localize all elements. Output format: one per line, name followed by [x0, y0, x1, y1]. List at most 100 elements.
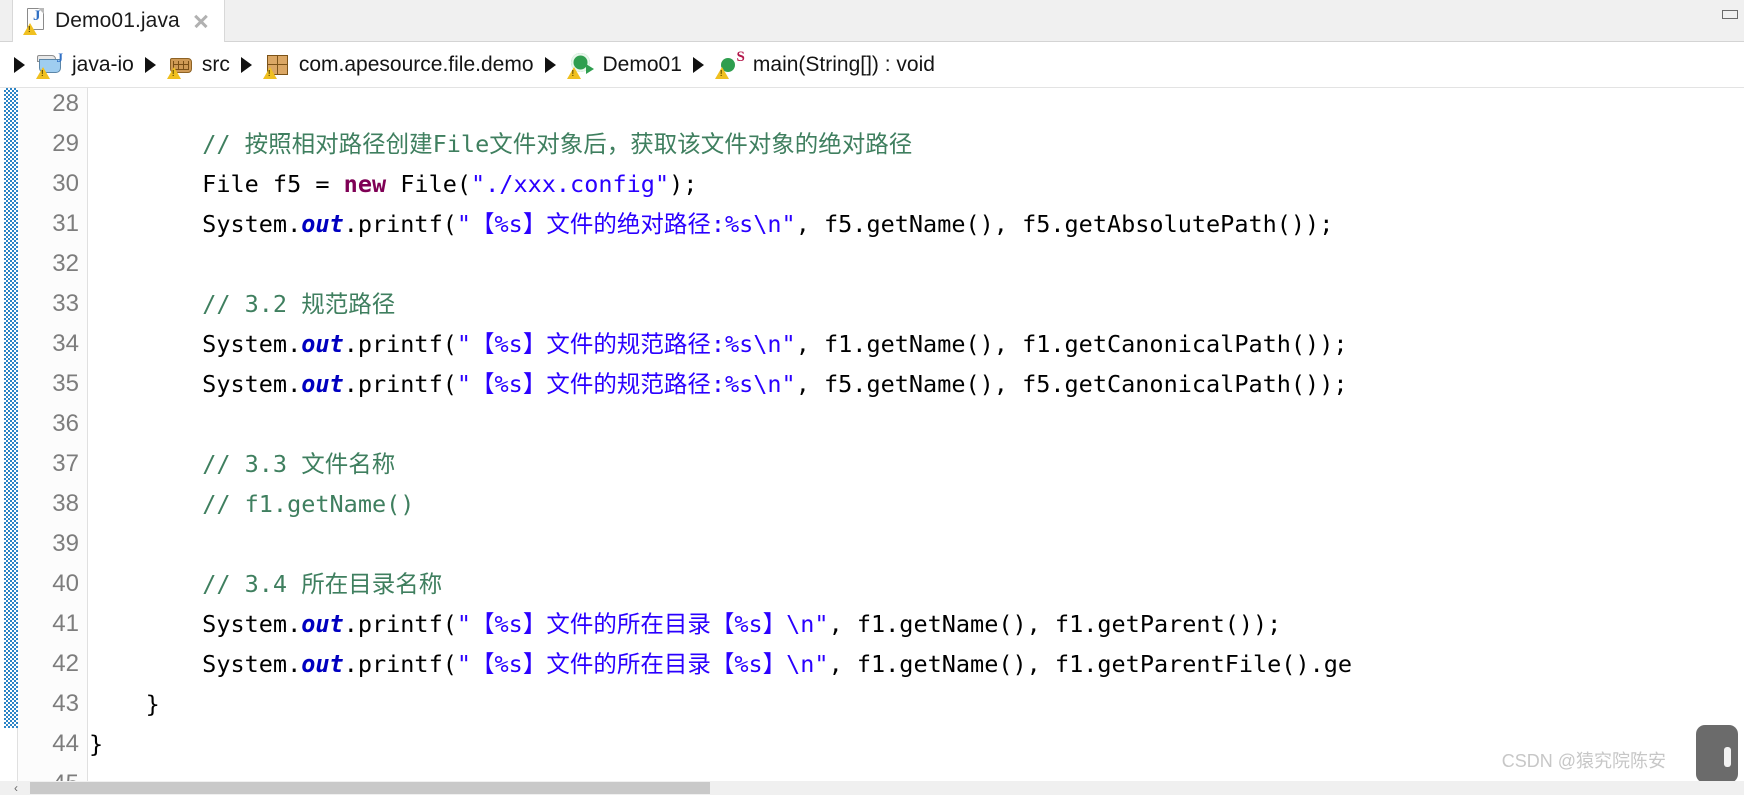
code-token: "【%s】文件的规范路径:%s\n"	[456, 370, 796, 398]
code-line: System.out.printf("【%s】文件的所在目录【%s】\n", f…	[89, 644, 1352, 684]
code-editor[interactable]: 282930313233343536373839404142434445 // …	[0, 88, 1744, 795]
line-number: 33	[52, 290, 79, 317]
code-token: .printf(	[343, 330, 457, 358]
java-class-runnable-icon	[566, 52, 595, 79]
code-token: "./xxx.config"	[471, 170, 670, 198]
breadcrumb-item-package[interactable]: com.apesource.file.demo	[262, 52, 534, 79]
chevron-right-icon	[692, 56, 704, 73]
code-line: File f5 = new File("./xxx.config");	[89, 164, 697, 204]
code-token: System.	[89, 650, 302, 678]
code-token: System.	[89, 370, 302, 398]
code-token: out	[301, 370, 344, 398]
line-number: 41	[52, 610, 79, 637]
breadcrumb-item-source-folder[interactable]: src	[166, 52, 230, 79]
code-token: out	[301, 330, 344, 358]
code-token: }	[89, 690, 160, 718]
line-number: 35	[52, 370, 79, 397]
code-line: }	[89, 724, 103, 764]
line-number: 28	[52, 90, 79, 117]
code-token: , f1.getName(), f1.getParentFile().ge	[828, 650, 1353, 678]
code-token: "【%s】文件的规范路径:%s\n"	[456, 330, 796, 358]
code-line: // 3.3 文件名称	[89, 444, 395, 484]
minimize-icon[interactable]	[1722, 10, 1738, 19]
ime-indicator	[1696, 725, 1738, 783]
line-number: 37	[52, 450, 79, 477]
scroll-left-button[interactable]: ‹	[8, 781, 24, 795]
code-line: // f1.getName()	[89, 484, 414, 524]
code-token: // f1.getName()	[202, 490, 415, 518]
code-line: System.out.printf("【%s】文件的规范路径:%s\n", f5…	[89, 364, 1348, 404]
code-token: // 3.4 所在目录名称	[202, 570, 443, 598]
chevron-right-icon	[144, 56, 156, 73]
code-token: .printf(	[343, 650, 457, 678]
annotation-ruler[interactable]	[0, 88, 18, 795]
line-number: 29	[52, 130, 79, 157]
breadcrumb-label-package: com.apesource.file.demo	[298, 52, 534, 76]
breadcrumb-item-method[interactable]: S main(String[]) : void	[714, 49, 935, 79]
static-method-icon: S	[714, 49, 745, 79]
code-line: System.out.printf("【%s】文件的所在目录【%s】\n", f…	[89, 604, 1281, 644]
code-token: new	[343, 170, 387, 198]
code-token: // 按照相对路径创建File文件对象后，获取该文件对象的绝对路径	[202, 130, 913, 158]
code-token: out	[301, 210, 344, 238]
line-number: 40	[52, 570, 79, 597]
line-number: 43	[52, 690, 79, 717]
text-caret-icon	[1724, 747, 1731, 767]
breadcrumb-item-class[interactable]: Demo01	[566, 52, 682, 79]
code-token: , f1.getName(), f1.getCanonicalPath());	[795, 330, 1348, 358]
line-number: 38	[52, 490, 79, 517]
code-token: "【%s】文件的所在目录【%s】\n"	[456, 610, 829, 638]
java-file-icon: J	[23, 8, 47, 35]
eclipse-editor-window: J Demo01.java J java-io src	[0, 0, 1744, 809]
close-icon[interactable]	[192, 12, 210, 30]
code-line: // 3.4 所在目录名称	[89, 564, 442, 604]
code-line: // 按照相对路径创建File文件对象后，获取该文件对象的绝对路径	[89, 124, 912, 164]
breadcrumb-label-source-folder: src	[201, 52, 230, 76]
code-token: , f1.getName(), f1.getParent());	[828, 610, 1282, 638]
code-token: "【%s】文件的绝对路径:%s\n"	[456, 210, 796, 238]
breadcrumb-item-project[interactable]: J java-io	[36, 50, 134, 79]
line-number: 31	[52, 210, 79, 237]
breadcrumb-label-class: Demo01	[602, 52, 682, 76]
code-token: }	[89, 730, 104, 758]
code-token: .printf(	[343, 370, 457, 398]
code-token: out	[301, 650, 344, 678]
changed-lines-marker	[4, 88, 18, 728]
code-token: out	[301, 610, 344, 638]
code-text-area[interactable]: // 按照相对路径创建File文件对象后，获取该文件对象的绝对路径 File f…	[89, 88, 1744, 795]
chevron-right-icon	[544, 56, 556, 73]
java-project-icon: J	[36, 50, 64, 79]
line-number: 30	[52, 170, 79, 197]
breadcrumb-label-project: java-io	[72, 52, 134, 76]
code-token: // 3.2 规范路径	[202, 290, 396, 318]
code-token: File(	[386, 170, 472, 198]
code-token: System.	[89, 210, 302, 238]
code-line: }	[89, 684, 160, 724]
line-number-gutter: 282930313233343536373839404142434445	[18, 88, 88, 795]
breadcrumb-label-method: main(String[]) : void	[752, 52, 935, 76]
chevron-right-icon	[240, 56, 252, 73]
editor-tab-label: Demo01.java	[55, 9, 180, 32]
code-line: System.out.printf("【%s】文件的绝对路径:%s\n", f5…	[89, 204, 1333, 244]
editor-tab-demo01[interactable]: J Demo01.java	[12, 0, 225, 42]
scrollbar-thumb[interactable]	[30, 782, 710, 794]
code-token: , f5.getName(), f5.getAbsolutePath());	[795, 210, 1334, 238]
code-token: File f5 =	[89, 170, 344, 198]
code-line: // 3.2 规范路径	[89, 284, 395, 324]
line-number: 34	[52, 330, 79, 357]
code-line: System.out.printf("【%s】文件的规范路径:%s\n", f1…	[89, 324, 1348, 364]
code-token: , f5.getName(), f5.getCanonicalPath());	[795, 370, 1348, 398]
watermark: CSDN @猿究院陈安	[1501, 751, 1666, 771]
chevron-right-icon	[14, 56, 25, 73]
horizontal-scrollbar[interactable]: ‹	[0, 781, 1744, 795]
code-token: .printf(	[343, 610, 457, 638]
source-folder-icon	[166, 52, 194, 79]
line-number: 44	[52, 730, 79, 757]
code-token: .printf(	[343, 210, 457, 238]
code-token: "【%s】文件的所在目录【%s】\n"	[456, 650, 829, 678]
package-icon	[262, 52, 291, 79]
line-number: 32	[52, 250, 79, 277]
